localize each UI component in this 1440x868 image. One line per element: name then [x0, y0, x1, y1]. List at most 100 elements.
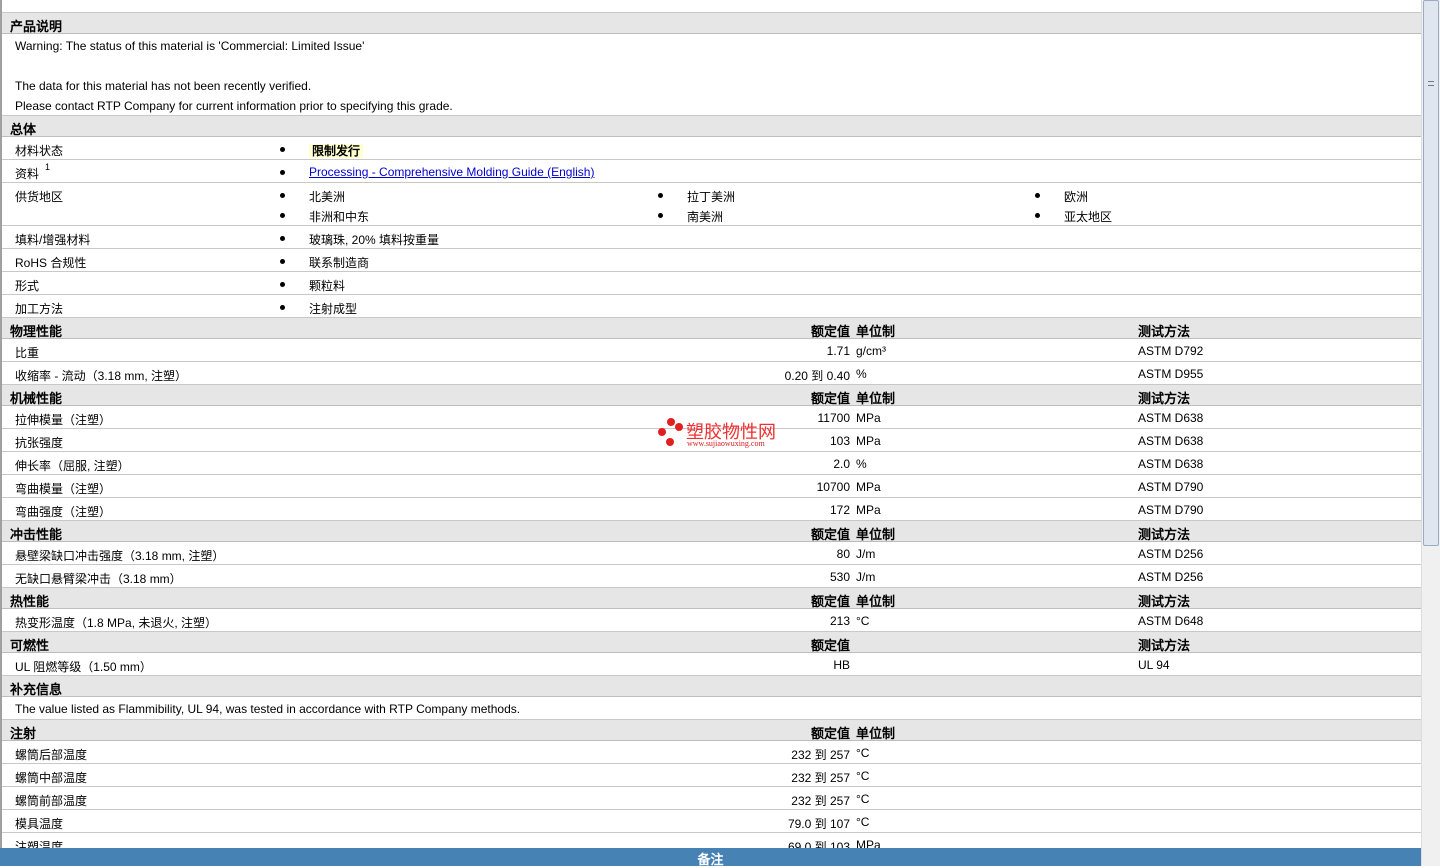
general-row: 形式 颗粒料	[2, 272, 1421, 295]
general-row: 资料 1 Processing - Comprehensive Molding Gu…	[2, 160, 1421, 183]
general-value: 颗粒料	[309, 279, 346, 293]
property-label: 比重	[15, 346, 40, 360]
section-title: 物理性能	[10, 324, 63, 339]
property-test-method: ASTM D955	[1138, 367, 1204, 381]
property-value: 10700	[816, 480, 850, 494]
property-label: 拉伸模量（注塑）	[15, 413, 112, 427]
section-header-1: 机械性能 额定值 单位制 测试方法	[2, 385, 1421, 406]
property-label: 螺筒前部温度	[15, 794, 88, 808]
property-row: 热变形温度（1.8 MPa, 未退火, 注塑） 213 °C ASTM D648	[2, 609, 1421, 632]
scrollbar-thumb[interactable]	[1423, 0, 1439, 546]
header-unit: 单位制	[856, 527, 896, 542]
header-test-method: 测试方法	[1138, 527, 1191, 542]
general-value: 玻璃珠, 20% 填料按重量	[309, 233, 440, 247]
property-label: 收缩率 - 流动（3.18 mm, 注塑）	[15, 369, 188, 383]
header-test-method: 测试方法	[1138, 594, 1191, 609]
section-title: 热性能	[10, 594, 50, 609]
logo-dots-icon	[658, 418, 683, 446]
property-value: 1.71	[826, 344, 850, 358]
description-line: Warning: The status of this material is …	[15, 39, 365, 53]
general-row: 供货地区 北美洲 拉丁美洲 欧洲 非洲和中东 南美洲 亚太地区	[2, 183, 1421, 226]
header-value: 额定值	[810, 726, 850, 741]
general-label: 资料	[15, 167, 40, 181]
section-title: 可燃性	[10, 638, 50, 653]
property-row: 无缺口悬臂梁冲击（3.18 mm） 530 J/m ASTM D256	[2, 565, 1421, 588]
general-row: 材料状态 限制发行	[2, 137, 1421, 160]
description-notes: Warning: The status of this material is …	[2, 34, 1421, 116]
property-unit: %	[856, 367, 867, 381]
property-row: 模具温度 79.0 到 107 °C	[2, 810, 1421, 833]
property-value: 79.0 到 107	[787, 817, 850, 831]
property-row: 螺筒后部温度 232 到 257 °C	[2, 741, 1421, 764]
notes-bar[interactable]: 备注	[0, 848, 1421, 867]
section-header-0: 物理性能 额定值 单位制 测试方法	[2, 318, 1421, 339]
property-unit: MPa	[856, 503, 881, 517]
property-test-method: ASTM D638	[1138, 434, 1204, 448]
property-label: 伸长率（屈服, 注塑）	[15, 459, 130, 473]
property-unit: MPa	[856, 480, 881, 494]
section-title: 注射	[10, 726, 37, 741]
section-title: 补充信息	[10, 682, 63, 697]
header-value: 额定值	[810, 594, 850, 609]
general-value: 南美洲	[687, 210, 724, 224]
header-unit: 单位制	[856, 391, 896, 406]
header-unit: 单位制	[856, 594, 896, 609]
section-header-description: 产品说明	[2, 13, 1421, 34]
general-value: 非洲和中东	[309, 210, 370, 224]
property-value: 80	[836, 547, 850, 561]
property-row: 比重 1.71 g/cm³ ASTM D792	[2, 339, 1421, 362]
property-test-method: ASTM D256	[1138, 570, 1204, 584]
footnote-marker: 1	[45, 162, 51, 172]
section-header-6: 注射 额定值 单位制	[2, 720, 1421, 741]
header-test-method: 测试方法	[1138, 391, 1191, 406]
header-value: 额定值	[810, 391, 850, 406]
general-row: 加工方法 注射成型	[2, 295, 1421, 318]
property-row: 螺筒中部温度 232 到 257 °C	[2, 764, 1421, 787]
section-title: 机械性能	[10, 391, 63, 406]
watermark-url: www.sujiaowuxing.com	[687, 439, 765, 448]
grip-icon	[1428, 81, 1434, 86]
property-label: 弯曲强度（注塑）	[15, 505, 112, 519]
resource-link[interactable]: Processing - Comprehensive Molding Guide…	[309, 165, 594, 179]
property-label: 模具温度	[15, 817, 64, 831]
general-value: 拉丁美洲	[687, 190, 736, 204]
general-value: 注射成型	[309, 302, 358, 316]
property-label: 弯曲模量（注塑）	[15, 482, 112, 496]
property-test-method: ASTM D790	[1138, 480, 1204, 494]
general-value-item: 欧洲	[1034, 188, 1088, 205]
property-value: 0.20 到 0.40	[784, 369, 850, 383]
general-value: 限制发行	[309, 144, 364, 158]
general-value-item: 拉丁美洲	[657, 188, 736, 205]
header-test-method: 测试方法	[1138, 324, 1191, 339]
general-value-item: 注射成型	[279, 300, 358, 317]
property-unit: °C	[856, 614, 870, 628]
property-value: 232 到 257	[791, 771, 850, 785]
general-label: 形式	[15, 279, 40, 293]
general-value: 亚太地区	[1064, 210, 1113, 224]
property-unit: J/m	[856, 570, 876, 584]
property-unit: J/m	[856, 547, 876, 561]
property-row: 伸长率（屈服, 注塑） 2.0% ASTM D638	[2, 452, 1421, 475]
property-unit: °C	[856, 746, 870, 760]
property-value: HB	[833, 658, 850, 672]
section-header-general: 总体	[2, 116, 1421, 137]
property-test-method: ASTM D790	[1138, 503, 1204, 517]
header-test-method: 测试方法	[1138, 638, 1191, 653]
property-unit: °C	[856, 815, 870, 829]
general-value-item: 限制发行	[279, 142, 364, 159]
property-value: 232 到 257	[791, 794, 850, 808]
property-unit: MPa	[856, 411, 881, 425]
general-value-item: 联系制造商	[279, 254, 369, 271]
vertical-scrollbar[interactable]	[1421, 0, 1440, 866]
general-label: 加工方法	[15, 302, 64, 316]
property-label: UL 阻燃等级（1.50 mm）	[15, 660, 152, 674]
header-unit: 单位制	[856, 726, 896, 741]
property-row: 悬壁梁缺口冲击强度（3.18 mm, 注塑） 80 J/m ASTM D256	[2, 542, 1421, 565]
property-unit: °C	[856, 769, 870, 783]
property-test-method: ASTM D638	[1138, 457, 1204, 471]
property-test-method: ASTM D638	[1138, 411, 1204, 425]
header-unit: 单位制	[856, 324, 896, 339]
general-value-item: 南美洲	[657, 208, 724, 225]
general-row: RoHS 合规性 联系制造商	[2, 249, 1421, 272]
general-value-item: 玻璃珠, 20% 填料按重量	[279, 231, 440, 248]
